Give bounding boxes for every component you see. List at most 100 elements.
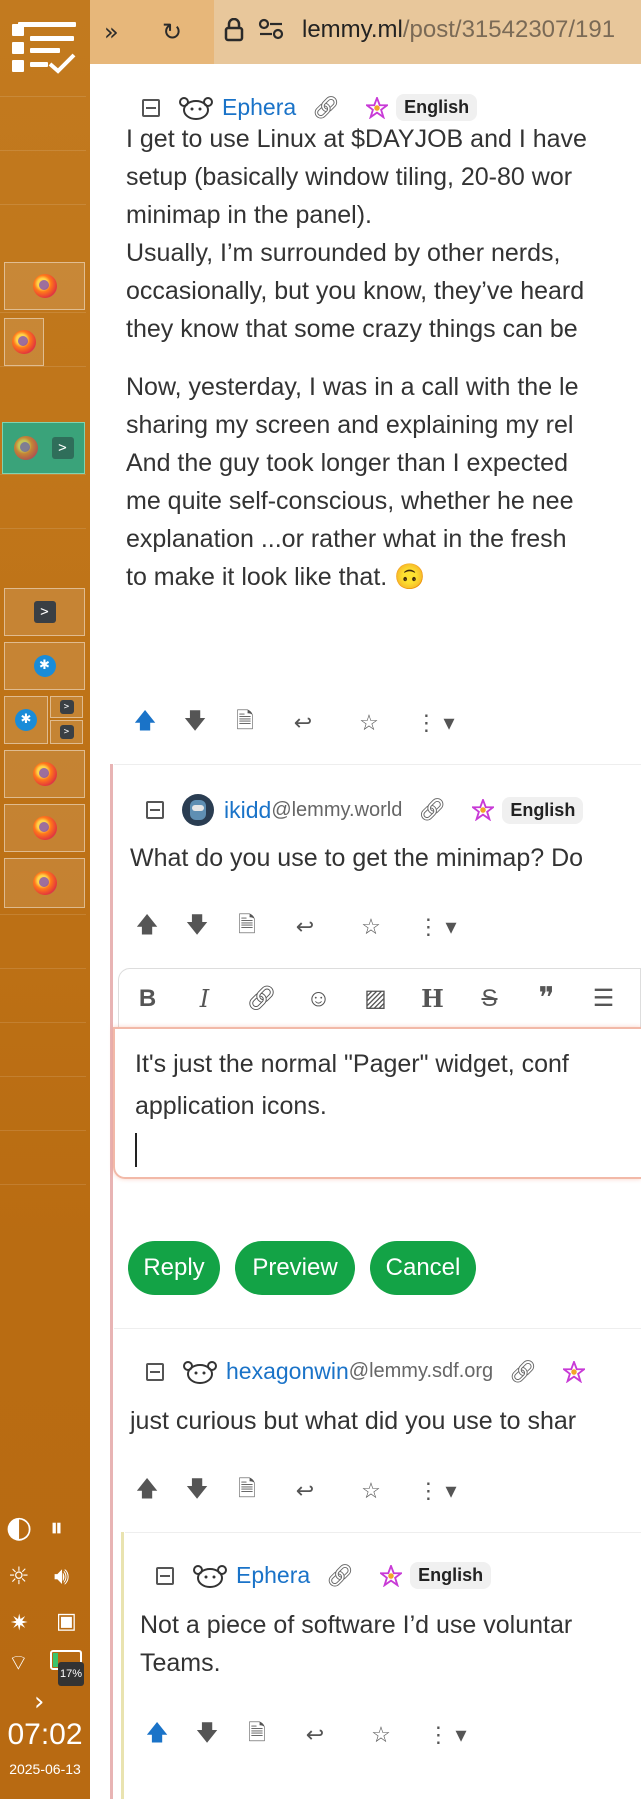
preview-button[interactable]: Preview [235,1241,355,1295]
emoji-icon[interactable]: ☺ [290,985,347,1013]
comment-line: Now, yesterday, I was in a call with the… [126,373,579,401]
comment-line: they know that some crazy things can be [126,315,578,343]
comment-line: to make it look like that. 🙃 [126,563,426,591]
application-menu-button[interactable] [12,22,76,78]
more-options-icon[interactable]: ⋮ ▾ [404,914,470,940]
collapse-icon[interactable] [142,98,160,117]
clock-date[interactable]: 2025-06-13 [0,1761,90,1777]
save-star-icon[interactable]: ☆ [338,1478,404,1504]
pager-window-firefox[interactable] [4,262,85,310]
site-permissions-icon[interactable] [258,18,284,46]
permalink-icon[interactable]: 🔗︎ [418,797,446,823]
collapse-icon[interactable] [146,801,164,819]
comment-body: I get to use Linux at $DAYJOB and I have… [126,120,587,596]
comment-author[interactable]: Ephera [222,94,296,121]
upvote-icon[interactable]: 🡅 [120,704,170,742]
comment-author[interactable]: hexagonwin [226,1358,349,1385]
reload-icon[interactable]: ↻ [162,18,182,46]
comment-line: I get to use Linux at $DAYJOB and I have [126,125,587,153]
permalink-icon[interactable]: 🔗︎ [326,1563,354,1589]
pager-window-firefox[interactable] [4,804,85,852]
image-upload-icon[interactable]: ▨ [347,984,404,1013]
view-source-icon[interactable]: 🗎 [220,704,270,742]
comment-header: ikidd @lemmy.world 🔗︎ English [146,794,584,826]
comment-author[interactable]: ikidd [224,797,271,824]
avatar[interactable] [182,794,214,826]
wifi-icon[interactable]: ⌔ [8,1652,29,1676]
strikethrough-icon[interactable]: S [461,985,518,1013]
downvote-icon[interactable]: 🡇 [170,704,220,742]
upvote-icon[interactable]: 🡅 [122,1472,172,1510]
taskbar-dock: > > ✱ ✱ > > ◐ ⏸ ☼ 🔊︎ ✷ ▣ ⌔ 17% › 07:02 2… [0,0,90,1799]
save-star-icon[interactable]: ☆ [348,1722,414,1748]
comment-header: hexagonwin @lemmy.sdf.org 🔗︎ [146,1358,586,1385]
view-source-icon[interactable]: 🗎 [222,1472,272,1510]
terminal-icon: > [59,725,74,739]
pager-window-terminal[interactable]: > [50,720,83,744]
brightness-icon[interactable]: ✷ [10,1612,28,1636]
pager-window-terminal[interactable]: > [50,696,83,718]
clipboard-icon[interactable]: ▣ [56,1610,77,1634]
bold-icon[interactable]: B [119,985,176,1013]
downvote-icon[interactable]: 🡇 [172,908,222,946]
pager-window-kdeconnect[interactable]: ✱ [4,696,48,744]
pager-window-firefox[interactable] [4,318,44,366]
overflow-chevrons-icon[interactable]: » [104,18,119,46]
comment-line: Teams. [140,1649,221,1677]
address-bar[interactable]: lemmy.ml/post/31542307/191 [214,0,641,64]
media-pause-icon[interactable]: ⏸ [50,1515,63,1541]
firefox-icon [32,274,57,298]
reply-textarea[interactable]: It's just the normal "Pager" widget, con… [113,1027,641,1179]
reply-icon[interactable]: ↩ [270,710,336,736]
italic-icon[interactable]: I [176,985,233,1013]
list-icon[interactable]: ☰ [575,984,632,1013]
comment-line: What do you use to get the minimap? Do [130,844,584,872]
save-star-icon[interactable]: ☆ [338,914,404,940]
quote-icon[interactable]: ❞ [518,981,575,1016]
pager-desktop-active[interactable]: > [2,422,85,474]
more-options-icon[interactable]: ⋮ ▾ [404,1478,470,1504]
pager-window-kdeconnect[interactable]: ✱ [4,642,85,690]
language-badge: English [396,94,478,121]
permalink-icon[interactable]: 🔗︎ [312,95,340,121]
battery-percent: 17% [58,1662,85,1686]
editor-line: application icons. [135,1092,327,1120]
cancel-button[interactable]: Cancel [370,1241,476,1295]
comment-line: explanation ...or rather what in the fre… [126,525,567,553]
clock-time[interactable]: 07:02 [0,1718,90,1752]
reply-icon[interactable]: ↩ [282,1722,348,1748]
url-host: lemmy.ml [302,16,403,43]
reply-button[interactable]: Reply [128,1241,220,1295]
upvote-icon[interactable]: 🡅 [122,908,172,946]
view-source-icon[interactable]: 🗎 [232,1716,282,1754]
comment-actions: 🡅 🡇 🗎 ↩ ☆ ⋮ ▾ [132,1716,480,1754]
downvote-icon[interactable]: 🡇 [172,1472,222,1510]
federation-icon [563,1360,586,1383]
reply-icon[interactable]: ↩ [272,914,338,940]
permalink-icon[interactable]: 🔗︎ [509,1359,537,1385]
pager-window-terminal[interactable]: > [4,588,85,636]
more-options-icon[interactable]: ⋮ ▾ [414,1722,480,1748]
upvote-icon[interactable]: 🡅 [132,1716,182,1754]
expand-tray-arrow-icon[interactable]: › [34,1689,44,1715]
reply-icon[interactable]: ↩ [272,1478,338,1504]
header-icon[interactable]: H [404,984,461,1013]
collapse-icon[interactable] [156,1566,174,1585]
pager-window-firefox[interactable] [4,750,85,798]
firefox-icon [32,762,57,786]
save-star-icon[interactable]: ☆ [336,710,402,736]
night-light-icon[interactable]: ☼ [8,1564,30,1588]
kde-app-icon: ✱ [15,709,37,731]
volume-icon[interactable]: 🔊︎ [54,1564,69,1588]
divider [114,1328,641,1329]
downvote-icon[interactable]: 🡇 [182,1716,232,1754]
user-switch-icon[interactable]: ◐ [6,1513,32,1543]
pager-window-firefox[interactable] [4,858,85,908]
view-source-icon[interactable]: 🗎 [222,908,272,946]
federation-icon [472,799,495,821]
collapse-icon[interactable] [146,1362,164,1381]
comment-author[interactable]: Ephera [236,1562,310,1589]
link-icon[interactable]: 🔗︎ [233,984,290,1013]
battery-icon[interactable]: 17% [50,1650,85,1686]
more-options-icon[interactable]: ⋮ ▾ [402,710,468,736]
